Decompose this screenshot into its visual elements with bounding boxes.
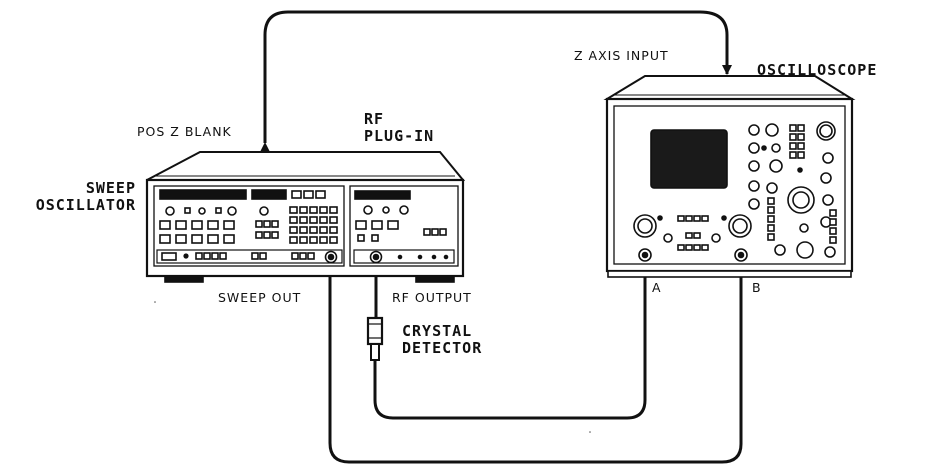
channel-b-label: B bbox=[752, 280, 762, 295]
sweep-out-label: SWEEP OUT bbox=[218, 290, 302, 305]
oscilloscope-label: OSCILLOSCOPE bbox=[757, 61, 878, 79]
oscilloscope bbox=[603, 75, 856, 278]
crystal-detector-label: CRYSTAL DETECTOR bbox=[402, 323, 482, 357]
sweep-oscillator-line-1: SWEEP bbox=[85, 179, 136, 197]
sweep-out-to-channel-b-cable bbox=[328, 258, 743, 464]
rf-plug-in-line-1: RF bbox=[364, 110, 385, 128]
rf-plug-in-line-2: PLUG-IN bbox=[364, 127, 435, 145]
speck-mark bbox=[589, 431, 591, 433]
channel-a-label: A bbox=[652, 280, 662, 295]
crystal-detector-line-1: CRYSTAL bbox=[402, 322, 473, 340]
crystal-detector-line-2: DETECTOR bbox=[402, 339, 483, 357]
speck-mark bbox=[154, 301, 156, 303]
sweep-oscillator-line-2: OSCILLATOR bbox=[35, 196, 136, 214]
pos-z-blank-label: POS Z BLANK bbox=[137, 124, 232, 139]
sweep-oscillator-label: SWEEP OSCILLATOR bbox=[8, 180, 136, 214]
z-axis-input-label: Z AXIS INPUT bbox=[574, 48, 669, 63]
crystal-detector bbox=[366, 316, 384, 361]
rf-output-label: RF OUTPUT bbox=[392, 290, 472, 305]
sweep-oscillator bbox=[145, 151, 466, 283]
rf-plug-in-label: RF PLUG-IN bbox=[364, 111, 434, 145]
